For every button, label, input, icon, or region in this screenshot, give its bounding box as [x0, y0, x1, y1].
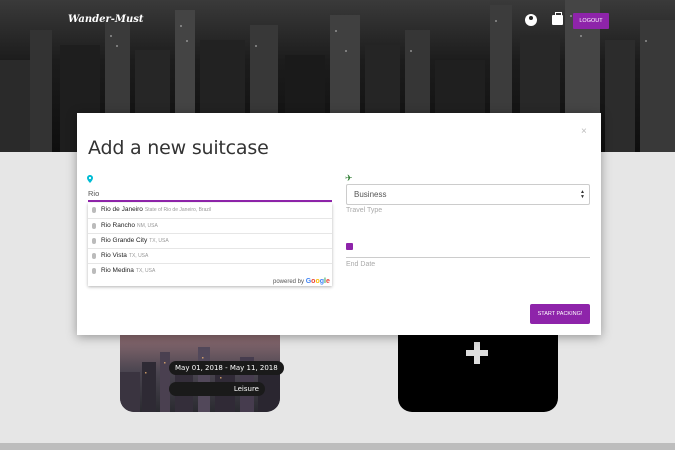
suggestion-sub: TX, USA — [135, 268, 156, 274]
destination-input[interactable] — [88, 187, 332, 202]
logout-button[interactable]: LOGOUT — [573, 13, 609, 29]
suggestion-sub: NM, USA — [136, 223, 158, 229]
suggestion-main: Rio de Janeiro — [101, 206, 143, 213]
end-date-input[interactable] — [346, 257, 590, 258]
suggestion-item[interactable]: Rio de Janeiro State of Rio de Janeiro, B… — [88, 203, 332, 218]
calendar-icon — [346, 243, 353, 250]
location-marker-icon — [92, 253, 96, 259]
suggestion-item[interactable]: Rio Rancho NM, USA — [88, 218, 332, 233]
plus-icon — [466, 342, 488, 364]
location-marker-icon — [92, 207, 96, 213]
suitcase-icon[interactable] — [552, 12, 563, 25]
suggestion-main: Rio Vista — [101, 252, 127, 259]
suggestion-main: Rio Medina — [101, 267, 134, 274]
start-packing-button[interactable]: START PACKING! — [530, 304, 590, 324]
location-marker-icon — [92, 238, 96, 244]
select-arrows-icon: ▲ ▼ — [580, 189, 585, 200]
autocomplete-dropdown: Rio de Janeiro State of Rio de Janeiro, B… — [88, 203, 332, 286]
end-date-label: End Date — [346, 261, 376, 268]
airplane-icon: ✈ — [345, 173, 353, 183]
suggestion-main: Rio Rancho — [101, 222, 135, 229]
map-pin-icon — [87, 175, 93, 183]
suggestion-item[interactable]: Rio Vista TX, USA — [88, 248, 332, 263]
user-circle-icon[interactable] — [525, 14, 537, 26]
footer-bar — [0, 443, 675, 450]
location-marker-icon — [92, 268, 96, 274]
brand-logo[interactable]: Wander-Must — [68, 14, 143, 25]
google-logo: Google — [305, 278, 330, 285]
navbar: Wander-Must LOGOUT — [0, 0, 675, 42]
suggestion-sub: State of Rio de Janeiro, Brazil — [144, 207, 212, 213]
close-icon[interactable]: × — [581, 126, 587, 137]
travel-type-select[interactable]: Business — [346, 184, 590, 205]
modal-title: Add a new suitcase — [88, 137, 269, 159]
suggestion-sub: TX, USA — [128, 253, 149, 259]
trip-dates-badge: May 01, 2018 - May 11, 2018 — [169, 361, 284, 375]
suggestion-sub: TX, USA — [149, 238, 169, 244]
suggestion-main: Rio Grande City — [101, 237, 148, 244]
powered-by-google: powered by Google — [273, 278, 330, 285]
travel-type-label: Travel Type — [346, 207, 383, 214]
trip-city-image — [120, 347, 280, 412]
suggestion-item[interactable]: Rio Grande City TX, USA — [88, 233, 332, 248]
suggestion-item[interactable]: Rio Medina TX, USA — [88, 263, 332, 278]
trip-type-badge: Leisure — [169, 382, 265, 396]
powered-by-text: powered by — [273, 279, 305, 285]
location-marker-icon — [92, 223, 96, 229]
